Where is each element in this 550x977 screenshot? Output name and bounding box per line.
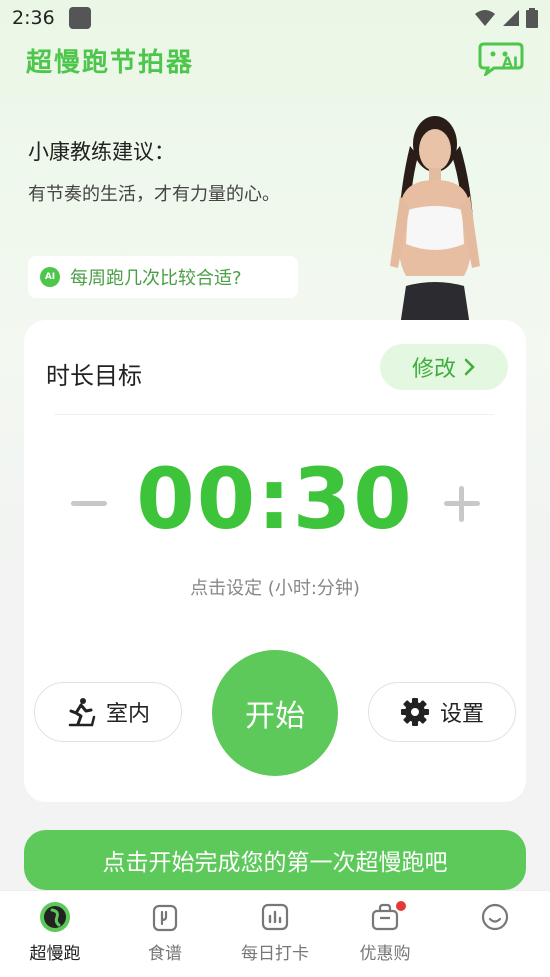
tab-label: 每日打卡 xyxy=(241,944,309,964)
wifi-icon xyxy=(475,10,495,26)
coach-subtitle: 有节奏的生活，才有力量的心。 xyxy=(28,184,280,205)
run-icon xyxy=(39,901,71,933)
signal-icon xyxy=(503,10,519,26)
indoor-button[interactable]: 室内 xyxy=(34,682,182,742)
settings-button[interactable]: 设置 xyxy=(368,682,516,742)
faq-question-text: 每周跑几次比较合适? xyxy=(70,268,242,289)
faq-question-chip[interactable]: AI 每周跑几次比较合适? xyxy=(28,256,298,298)
tab-label: 优惠购 xyxy=(359,944,411,964)
notification-icon xyxy=(68,7,91,29)
bottom-tab-bar: 超慢跑 食谱 每日打卡 优惠购 xyxy=(0,890,550,977)
start-label: 开始 xyxy=(245,699,305,734)
divider xyxy=(54,414,494,415)
first-run-cta-button[interactable]: 点击开始完成您的第一次超慢跑吧 xyxy=(24,830,526,890)
notification-badge xyxy=(396,901,406,911)
tab-deals[interactable]: 优惠购 xyxy=(330,891,440,977)
app-title: 超慢跑节拍器 xyxy=(26,48,195,78)
gear-icon xyxy=(400,698,429,726)
ai-badge-icon: AI xyxy=(40,267,60,287)
status-bar: 2:36 xyxy=(0,0,550,36)
chart-icon xyxy=(259,901,291,933)
increase-button[interactable] xyxy=(442,484,482,524)
modify-button[interactable]: 修改 xyxy=(380,344,508,390)
tab-profile[interactable] xyxy=(440,891,550,977)
ai-label: AI xyxy=(502,55,518,71)
coach-title: 小康教练建议： xyxy=(28,140,175,164)
ai-chat-icon: AI xyxy=(478,42,524,79)
settings-label: 设置 xyxy=(439,702,484,727)
tab-slow-run[interactable]: 超慢跑 xyxy=(0,891,110,977)
tab-label: 食谱 xyxy=(148,944,182,964)
ai-assistant-button[interactable]: AI xyxy=(478,40,524,79)
recipe-icon xyxy=(149,901,181,933)
tab-daily-checkin[interactable]: 每日打卡 xyxy=(220,891,330,977)
chevron-right-icon xyxy=(464,358,475,376)
start-button[interactable]: 开始 xyxy=(212,650,338,776)
modify-label: 修改 xyxy=(411,357,456,382)
tab-label: 超慢跑 xyxy=(29,944,81,964)
tab-recipes[interactable]: 食谱 xyxy=(110,891,220,977)
indoor-label: 室内 xyxy=(105,702,150,727)
duration-hint: 点击设定 (小时:分钟) xyxy=(190,578,360,599)
smile-icon xyxy=(479,901,511,933)
cta-label: 点击开始完成您的第一次超慢跑吧 xyxy=(102,850,448,876)
battery-icon xyxy=(526,8,538,28)
duration-goal-card: 时长目标 修改 00:30 点击设定 (小时:分钟) 室内 开始 设置 xyxy=(24,320,526,802)
coach-image xyxy=(390,116,480,326)
status-icons xyxy=(474,8,538,28)
treadmill-runner-icon xyxy=(68,698,96,727)
status-time: 2:36 xyxy=(12,7,55,29)
goal-label: 时长目标 xyxy=(46,362,142,390)
